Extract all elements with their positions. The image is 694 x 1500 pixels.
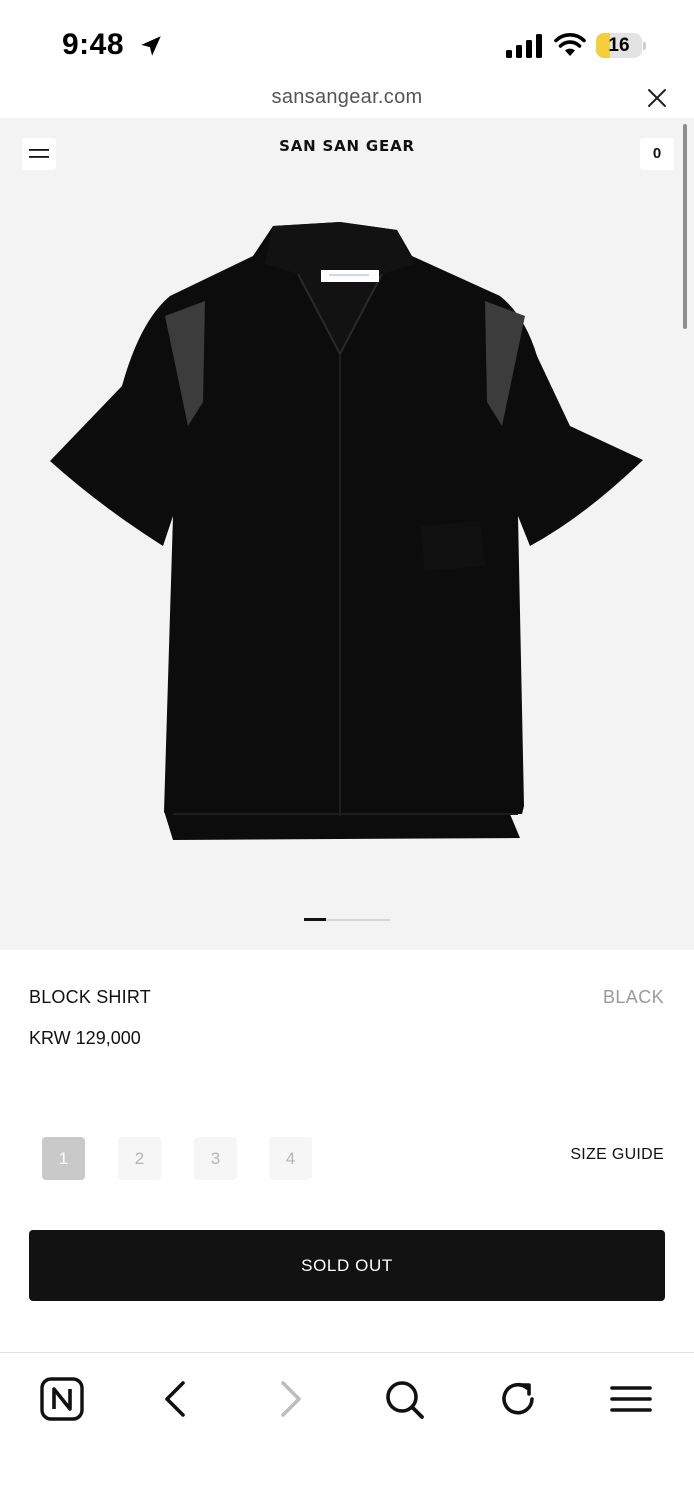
product-name: BLOCK SHIRT [29,987,151,1007]
size-option-3[interactable]: 3 [194,1137,237,1180]
cellular-signal-icon [506,34,542,58]
product-color[interactable]: BLACK [603,987,664,1008]
brand-logo[interactable]: SAN SAN GEAR [0,137,694,155]
size-option-4[interactable]: 4 [269,1137,312,1180]
product-price: KRW 129,000 [29,1028,141,1048]
forward-icon[interactable] [266,1375,314,1423]
status-bar: 9:48 16 [0,0,694,80]
battery-indicator: 16 [596,33,642,58]
battery-level: 16 [608,35,630,56]
refresh-icon[interactable] [494,1375,542,1423]
size-option-1[interactable]: 1 [42,1137,85,1180]
status-time: 9:48 [62,28,125,61]
url-bar: sansangear.com [0,80,694,118]
close-icon[interactable] [646,87,668,109]
back-icon[interactable] [152,1375,200,1423]
battery-cap [643,42,646,50]
product-image-area[interactable]: SAN SAN GEAR 0 [0,118,694,950]
size-option-2[interactable]: 2 [118,1137,161,1180]
menu-icon[interactable] [607,1375,655,1423]
scrollbar[interactable] [683,124,687,329]
wifi-icon [554,33,586,56]
url-text[interactable]: sansangear.com [0,86,694,109]
location-arrow-icon [141,36,161,56]
image-pager[interactable] [304,918,390,921]
image-pager-active [304,918,326,921]
search-icon[interactable] [380,1375,428,1423]
browser-toolbar [0,1352,694,1500]
product-photo [50,222,643,840]
naver-app-icon[interactable] [38,1375,86,1423]
sold-out-button[interactable]: SOLD OUT [29,1230,665,1301]
cart-button[interactable]: 0 [640,138,674,170]
size-guide-link[interactable]: SIZE GUIDE [570,1146,664,1164]
